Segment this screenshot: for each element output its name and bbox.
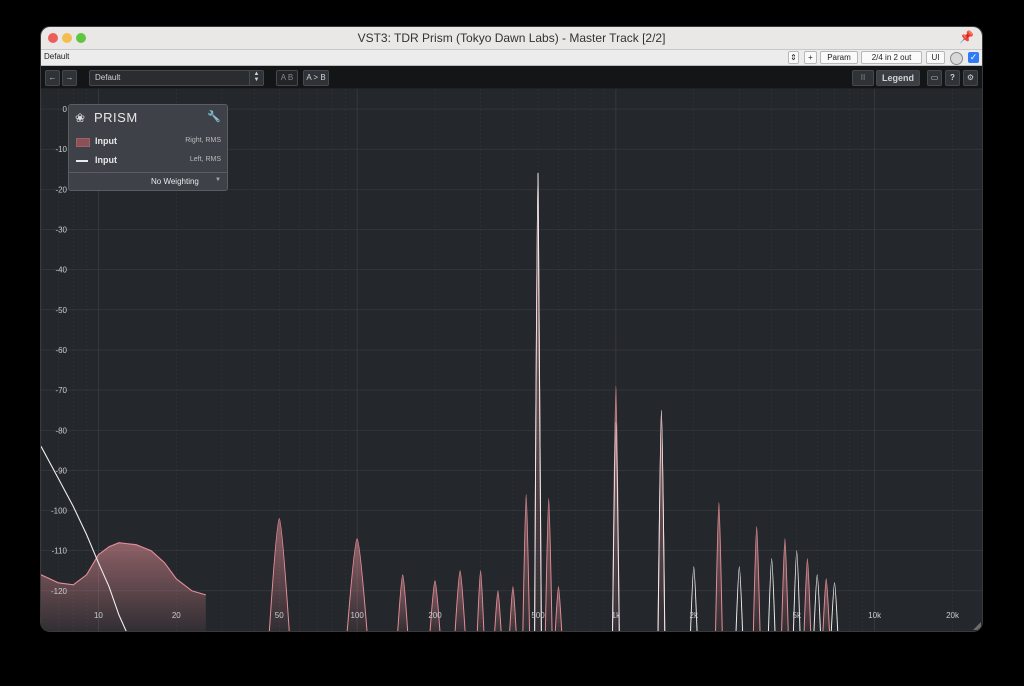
wet-dry-knob-icon[interactable]	[950, 52, 963, 65]
x-tick-label: 200	[428, 611, 442, 620]
ab-compare-button[interactable]: A B	[276, 70, 298, 86]
x-tick-label: 10k	[868, 611, 882, 620]
host-toolbar: Default ⇕ + Param 2/4 in 2 out UI ✓	[41, 50, 982, 66]
y-tick-label: -80	[55, 426, 67, 435]
y-tick-label: -100	[51, 507, 68, 516]
left-channel-swatch	[76, 160, 88, 162]
param-button[interactable]: Param	[820, 51, 858, 64]
x-tick-label: 100	[350, 611, 364, 620]
y-tick-label: 0	[63, 105, 68, 114]
x-tick-label: 5k	[793, 611, 802, 620]
bypass-checkbox[interactable]: ✓	[968, 52, 979, 63]
x-tick-label: 1k	[612, 611, 621, 620]
y-tick-label: -60	[55, 346, 67, 355]
weighting-dropdown[interactable]: No Weighting ▼	[69, 172, 227, 190]
y-tick-label: -40	[55, 266, 67, 275]
x-tick-label: 2k	[690, 611, 699, 620]
window-title: VST3: TDR Prism (Tokyo Dawn Labs) - Mast…	[357, 31, 666, 45]
plugin-preset-field[interactable]: Default	[89, 70, 251, 86]
wrench-icon[interactable]: 🔧	[207, 110, 221, 123]
legend-button[interactable]: Legend	[876, 70, 920, 86]
pin-icon[interactable]: 📌	[959, 30, 974, 44]
legend-title: PRISM	[94, 110, 138, 125]
legend-row-right[interactable]: Input Right, RMS	[69, 132, 227, 150]
y-tick-label: -70	[55, 386, 67, 395]
x-tick-label: 20k	[946, 611, 960, 620]
undo-arrow-icon[interactable]: ←	[45, 70, 60, 86]
legend-row-name: Input	[95, 136, 117, 146]
io-routing-button[interactable]: 2/4 in 2 out	[861, 51, 922, 64]
spectrum-analyzer[interactable]: 0 -10 -20 -30 -40 -50 -60 -70 -80 -90 -100 -110 -120…	[41, 89, 982, 631]
x-tick-label: 10	[94, 611, 103, 620]
y-tick-label: -20	[55, 185, 67, 194]
plugin-window: VST3: TDR Prism (Tokyo Dawn Labs) - Mast…	[41, 27, 982, 631]
y-tick-label: -30	[55, 226, 67, 235]
legend-row-left[interactable]: Input Left, RMS	[69, 151, 227, 169]
redo-arrow-icon[interactable]: →	[62, 70, 77, 86]
legend-row-name: Input	[95, 155, 117, 165]
peak-area	[397, 574, 408, 631]
legend-row-desc: Left, RMS	[189, 156, 221, 163]
y-tick-label: -90	[55, 466, 67, 475]
copy-a-to-b-button[interactable]: A > B	[303, 70, 329, 86]
resize-handle-icon[interactable]	[973, 622, 981, 630]
y-tick-label: -120	[51, 587, 68, 596]
preset-up-down-icon[interactable]: ▲ ▼	[249, 70, 264, 86]
legend-panel[interactable]: ❀ PRISM 🔧 Input Right, RMS Input Left, R…	[68, 104, 228, 191]
peak-area	[455, 570, 466, 631]
x-tick-label: 20	[172, 611, 181, 620]
legend-row-desc: Right, RMS	[185, 137, 221, 144]
right-channel-swatch	[76, 138, 90, 147]
y-tick-label: -110	[52, 547, 68, 556]
title-bar[interactable]: VST3: TDR Prism (Tokyo Dawn Labs) - Mast…	[41, 27, 982, 50]
display-icon[interactable]: ▭	[927, 70, 942, 86]
chevron-down-icon: ▼	[215, 177, 221, 183]
host-preset-label[interactable]: Default	[44, 52, 69, 61]
y-tick-label: -10	[55, 145, 67, 154]
ui-button[interactable]: UI	[926, 51, 945, 64]
plugin-toolbar: ← → Default ▲ ▼ A B A > B II Legend ▭ ? ⚙	[41, 66, 982, 88]
x-tick-label: 500	[531, 611, 545, 620]
weighting-label: No Weighting	[151, 177, 199, 186]
x-tick-label: 50	[275, 611, 284, 620]
peak-area	[430, 580, 440, 631]
prism-logo-icon: ❀	[75, 111, 86, 125]
y-tick-label: -50	[55, 306, 67, 315]
add-preset-button[interactable]: +	[804, 51, 817, 64]
preset-stepper-icon[interactable]: ⇕	[788, 51, 799, 64]
help-button[interactable]: ?	[945, 70, 960, 86]
settings-icon[interactable]: ⚙	[963, 70, 978, 86]
freeze-pause-button[interactable]: II	[852, 70, 874, 86]
